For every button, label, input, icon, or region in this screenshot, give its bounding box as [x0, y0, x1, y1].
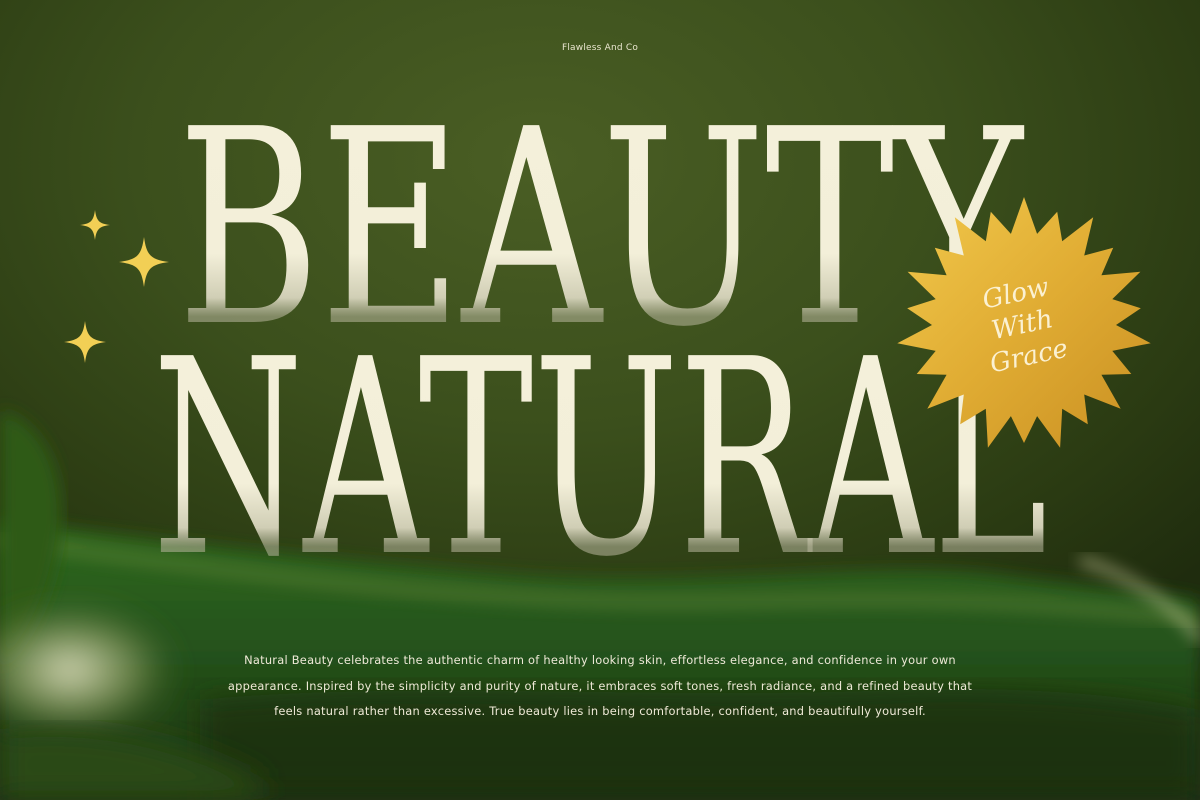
- sparkle-icon: [119, 237, 169, 287]
- glow-with-grace-badge: Glow With Grace: [897, 197, 1151, 448]
- sparkle-icon: [80, 210, 110, 240]
- sparkle-icon: [64, 321, 106, 363]
- description-paragraph: Natural Beauty celebrates the authentic …: [227, 653, 973, 718]
